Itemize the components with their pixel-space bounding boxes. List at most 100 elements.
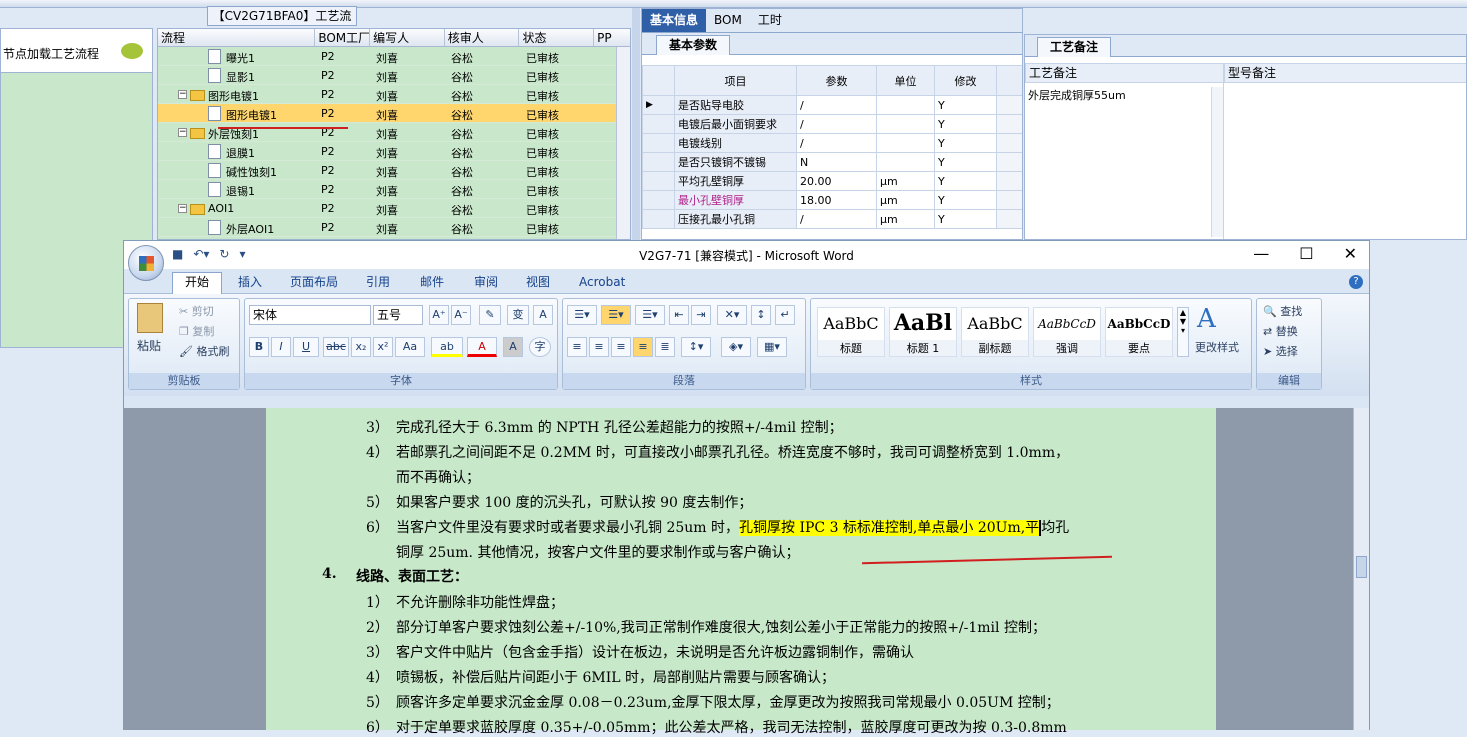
minimize-icon[interactable]: —	[1253, 245, 1269, 263]
enclose-char-icon[interactable]: 字	[529, 337, 551, 357]
param-item[interactable]: 是否只镀铜不镀锡	[674, 152, 797, 172]
phonetic-icon[interactable]: 变	[507, 305, 529, 325]
style-title[interactable]: AaBbC 标题	[817, 307, 885, 357]
col-bom-plant[interactable]: BOM工厂	[315, 29, 371, 46]
style-heading1[interactable]: AaBl 标题 1	[889, 307, 957, 357]
param-unit[interactable]	[876, 114, 935, 134]
tree-row[interactable]: 曝光1 P2 刘喜 谷松 已审核	[158, 47, 630, 66]
splitter[interactable]	[632, 8, 640, 240]
param-unit[interactable]: μm	[876, 171, 935, 191]
cut-button[interactable]: ✂ 剪切	[179, 303, 214, 319]
doc-line[interactable]: 当客户文件里没有要求时或者要求最小孔铜 25um 时，孔铜厚按 IPC 3 标标…	[396, 517, 1070, 537]
doc-line[interactable]: 对于定单要求蓝胶厚度 0.35+/-0.05mm；此公差太严格，我司无法控制，蓝…	[396, 717, 1067, 737]
tree-scrollbar[interactable]	[616, 47, 630, 239]
italic-button[interactable]: I	[271, 337, 291, 357]
change-case-button[interactable]: Aa	[395, 337, 425, 357]
sort-icon[interactable]: ↕	[751, 305, 771, 325]
tree-row[interactable]: 显影1 P2 刘喜 谷松 已审核	[158, 66, 630, 85]
shrink-font-button[interactable]: A⁻	[451, 305, 471, 325]
font-color-icon[interactable]: A	[467, 337, 497, 357]
doc-line[interactable]: 客户文件中贴片（包含金手指）设计在板边，未说明是否允许板边露铜制作，需确认	[396, 642, 914, 662]
document-page[interactable]: 3） 完成孔径大于 6.3mm 的 NPTH 孔径公差超能力的按照+/-4mil …	[266, 408, 1216, 736]
increase-indent-icon[interactable]: ⇥	[691, 305, 711, 325]
param-unit[interactable]: μm	[876, 190, 935, 210]
clear-format-icon[interactable]: ✎	[479, 305, 501, 325]
underline-button[interactable]: U	[293, 337, 319, 357]
document-scrollbar[interactable]	[1353, 408, 1369, 730]
param-modify[interactable]: Y	[934, 152, 997, 172]
param-unit[interactable]	[876, 95, 935, 115]
col-unit[interactable]: 单位	[876, 65, 935, 96]
remark-scrollbar[interactable]	[1211, 87, 1223, 237]
col-model-remark[interactable]: 型号备注	[1224, 63, 1466, 83]
select-button[interactable]: ➤ 选择	[1263, 343, 1298, 359]
tree-row[interactable]: 退锡1 P2 刘喜 谷松 已审核	[158, 180, 630, 199]
col-process-remark[interactable]: 工艺备注	[1025, 63, 1224, 83]
tab-acrobat[interactable]: Acrobat	[579, 273, 625, 291]
style-emphasis[interactable]: AaBbCcD 强调	[1033, 307, 1101, 357]
doc-line[interactable]: 顾客许多定单要求沉金金厚 0.08－0.23um,金厚下限太厚，金厚更改为按照我…	[396, 692, 1060, 712]
highlight-icon[interactable]: ab	[431, 337, 463, 357]
style-subtitle[interactable]: AaBbC 副标题	[961, 307, 1029, 357]
param-unit[interactable]	[876, 133, 935, 153]
param-value[interactable]: /	[796, 95, 877, 115]
col-flow[interactable]: 流程	[158, 29, 316, 46]
collapse-toggle-icon[interactable]: −	[178, 128, 187, 137]
tree-row[interactable]: − AOI1 P2 刘喜 谷松 已审核	[158, 199, 630, 218]
bold-button[interactable]: B	[249, 337, 269, 357]
align-right-icon[interactable]: ≡	[611, 337, 631, 357]
chat-bubble-icon[interactable]	[121, 43, 143, 59]
tab-basic-params[interactable]: 基本参数	[656, 35, 731, 55]
param-modify[interactable]: Y	[934, 190, 997, 210]
show-marks-icon[interactable]: ↵	[775, 305, 795, 325]
param-modify[interactable]: Y	[934, 133, 997, 153]
param-row[interactable]: 电镀线别 / Y	[642, 133, 1022, 153]
justify-icon[interactable]: ≡	[633, 337, 653, 357]
doc-line[interactable]: 部分订单客户要求蚀刻公差+/-10%,我司正常制作难度很大,蚀刻公差小于正常能力…	[396, 617, 1046, 637]
strikethrough-button[interactable]: abc	[323, 337, 349, 357]
close-icon[interactable]: ✕	[1344, 245, 1357, 263]
format-painter-button[interactable]: 🖌 格式刷	[179, 343, 229, 359]
maximize-icon[interactable]: ☐	[1299, 245, 1313, 263]
bullets-icon[interactable]: ☰▾	[567, 305, 597, 325]
param-modify[interactable]: Y	[934, 171, 997, 191]
col-status[interactable]: 状态	[519, 29, 595, 46]
styles-scroll[interactable]: ▲ ▼ ▾	[1177, 307, 1189, 357]
process-flow-tab[interactable]: 【CV2G71BFA0】工艺流程	[207, 6, 357, 41]
tab-basic-info[interactable]: 基本信息	[642, 9, 707, 32]
tab-bom[interactable]: BOM	[706, 9, 750, 32]
param-item[interactable]: 电镀后最小面铜要求	[674, 114, 797, 134]
paste-button[interactable]: 粘贴	[137, 337, 161, 354]
param-value[interactable]: N	[796, 152, 877, 172]
char-border-icon[interactable]: A	[533, 305, 553, 325]
tree-row[interactable]: 退膜1 P2 刘喜 谷松 已审核	[158, 142, 630, 161]
decrease-indent-icon[interactable]: ⇤	[669, 305, 689, 325]
doc-line[interactable]: 铜厚 25um. 其他情况，按客户文件里的要求制作或与客户确认；	[396, 542, 799, 562]
collapse-toggle-icon[interactable]: −	[178, 90, 187, 99]
col-param[interactable]: 参数	[796, 65, 877, 96]
tab-page-layout[interactable]: 页面布局	[290, 273, 338, 291]
param-item[interactable]: 电镀线别	[674, 133, 797, 153]
tree-row[interactable]: − 外层蚀刻1 P2 刘喜 谷松 已审核	[158, 123, 630, 142]
find-button[interactable]: 🔍 查找	[1263, 303, 1302, 319]
param-unit[interactable]: μm	[876, 209, 935, 229]
tab-view[interactable]: 视图	[526, 273, 550, 291]
numbering-icon[interactable]: ☰▾	[601, 305, 631, 325]
char-shading-icon[interactable]: A	[503, 337, 523, 357]
param-item[interactable]: 最小孔壁铜厚	[674, 190, 797, 210]
col-writer[interactable]: 编写人	[370, 29, 445, 46]
change-styles-icon[interactable]: A	[1197, 305, 1223, 333]
param-row[interactable]: ▶ 是否贴导电胶 / Y	[642, 95, 1022, 115]
change-styles-button[interactable]: 更改样式	[1195, 339, 1239, 355]
doc-line[interactable]: 不允许删除非功能性焊盘；	[396, 592, 564, 612]
tree-row[interactable]: 外层AOI1 P2 刘喜 谷松 已审核	[158, 218, 630, 237]
param-value[interactable]: /	[796, 114, 877, 134]
tree-row[interactable]: 图形电镀1 P2 刘喜 谷松 已审核	[158, 104, 630, 123]
grow-font-button[interactable]: A⁺	[429, 305, 449, 325]
paste-icon[interactable]	[137, 303, 163, 333]
process-remark-value[interactable]: 外层完成铜厚55um	[1028, 87, 1126, 103]
tab-insert[interactable]: 插入	[238, 273, 262, 291]
param-item[interactable]: 压接孔最小孔铜	[674, 209, 797, 229]
multilevel-list-icon[interactable]: ☰▾	[635, 305, 665, 325]
line-spacing-icon[interactable]: ↕▾	[681, 337, 711, 357]
